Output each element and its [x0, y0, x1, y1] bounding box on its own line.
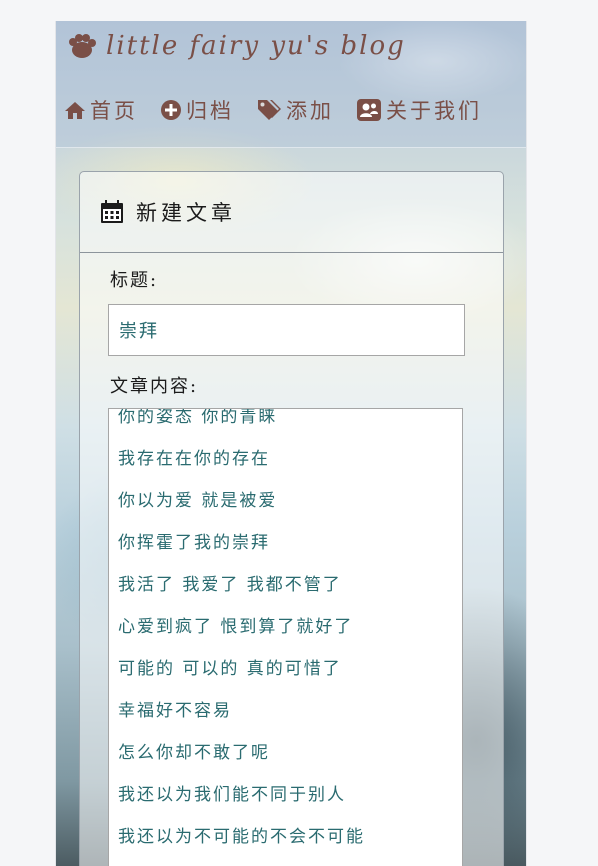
nav-add-label: 添加: [286, 99, 334, 123]
page-background: little fairy yu's blog 首页 归档 添加 关于我们 新建文…: [55, 21, 527, 866]
nav-add[interactable]: 添加: [256, 95, 334, 125]
content-textarea[interactable]: 你的姿态 你的青睐 我存在在你的存在 你以为爱 就是被爱 你挥霍了我的崇拜我活了 我爱…: [108, 408, 463, 866]
nav-archive-label: 归档: [186, 99, 234, 123]
content-line: 我还以为我们能不同于别人: [118, 785, 346, 805]
panel-title: 新建文章: [136, 201, 236, 225]
content-field-label: 文章内容:: [110, 376, 199, 397]
site-header: little fairy yu's blog 首页 归档 添加 关于我们: [56, 21, 526, 148]
content-line: 怎么你却不敢了呢: [118, 743, 270, 763]
tags-icon: [256, 98, 282, 122]
nav-home[interactable]: 首页: [64, 95, 138, 125]
content-line: 可能的 可以的 真的可惜了: [118, 659, 342, 679]
home-icon: [64, 100, 86, 120]
content-line: 我存在在你的存在: [118, 449, 270, 469]
brand-title: little fairy yu's blog: [106, 31, 406, 61]
paw-icon: [68, 33, 96, 59]
content-line: 我活了 我爱了 我都不管了: [118, 575, 342, 595]
nav-home-label: 首页: [90, 99, 138, 123]
nav-about-label: 关于我们: [386, 99, 482, 123]
content-line: 你以为爱 就是被爱: [118, 491, 278, 511]
title-field-label: 标题:: [110, 270, 159, 291]
new-article-panel: 新建文章 标题: 文章内容: 你的姿态 你的青睐我存在在你的存在你以为爱 就是被…: [79, 171, 504, 866]
main-nav: 首页 归档 添加 关于我们: [64, 95, 482, 125]
contact-card-icon: [356, 98, 382, 122]
nav-about[interactable]: 关于我们: [356, 95, 482, 125]
content-line: 我还以为不可能的不会不可能: [118, 827, 365, 847]
content-line: 你挥霍了我的崇拜: [118, 533, 270, 553]
plus-circle-icon: [160, 99, 182, 121]
calendar-icon: [100, 200, 124, 224]
brand[interactable]: little fairy yu's blog: [68, 31, 406, 61]
panel-header: 新建文章: [80, 172, 503, 253]
content-lines: 你的姿态 你的青睐 我存在在你的存在 你以为爱 就是被爱 你挥霍了我的崇拜我活了 我爱…: [118, 408, 365, 866]
content-line: 你的姿态 你的青睐: [118, 408, 278, 427]
content-line: 幸福好不容易: [118, 701, 232, 721]
content-line: 心爱到疯了 恨到算了就好了: [118, 617, 354, 637]
title-input[interactable]: [108, 304, 465, 356]
nav-archive[interactable]: 归档: [160, 95, 234, 125]
